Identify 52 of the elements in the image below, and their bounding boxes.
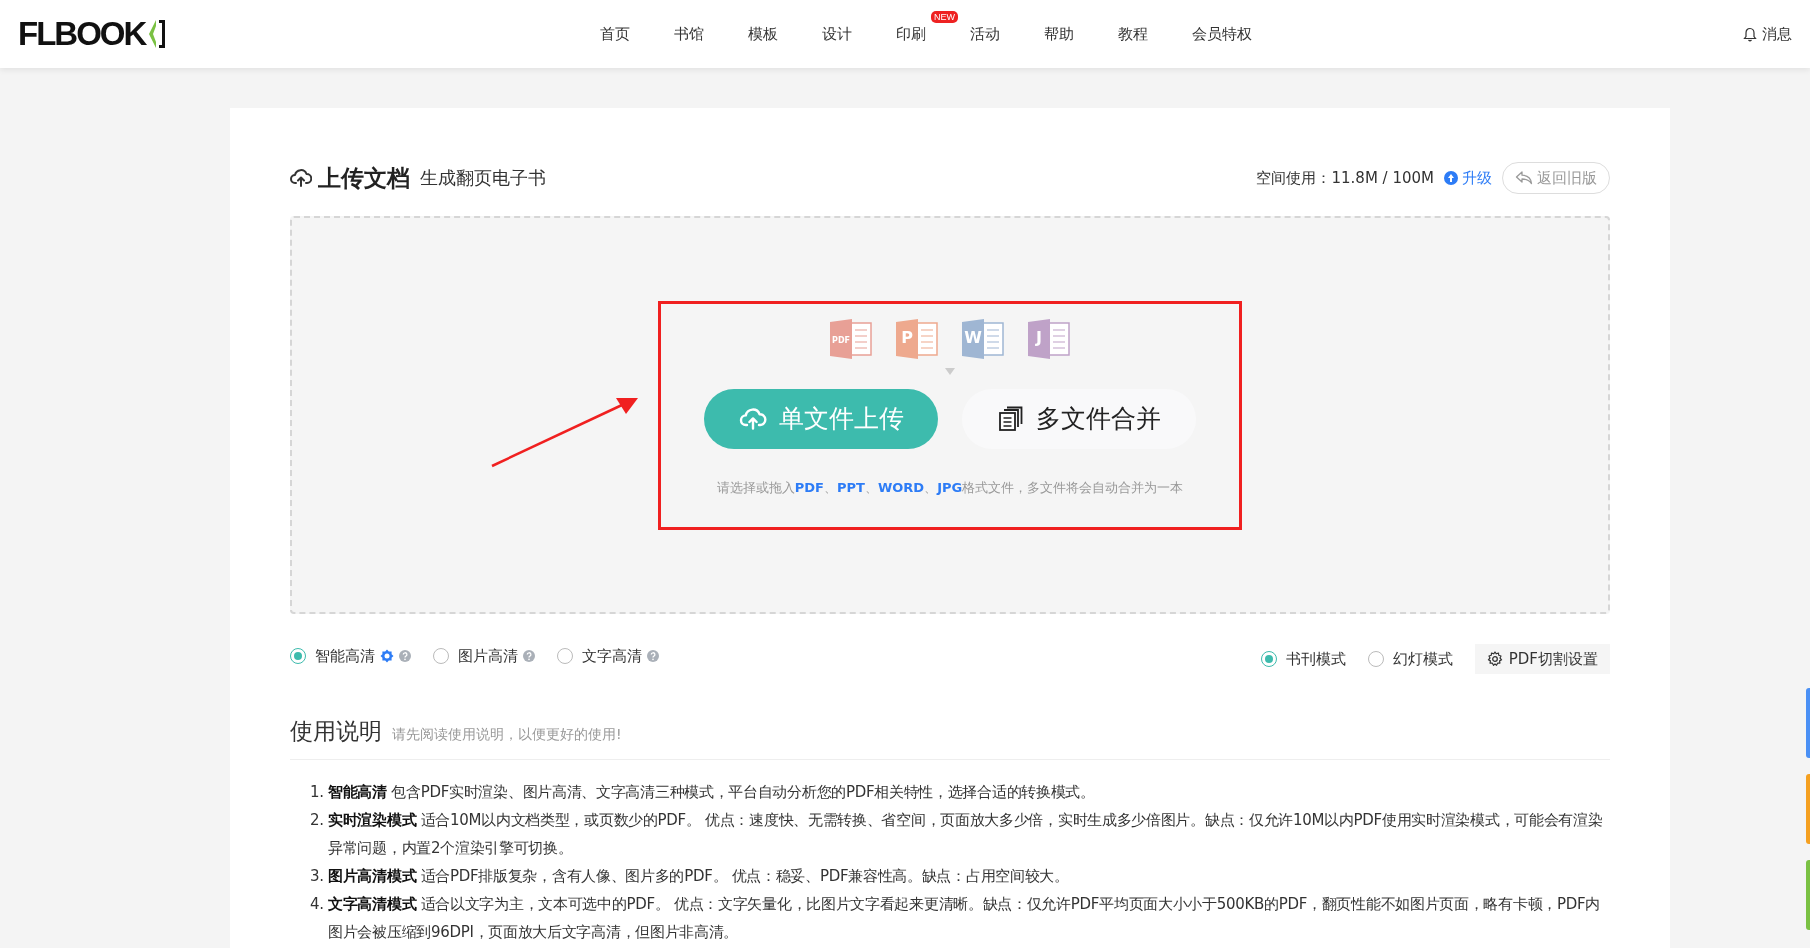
side-tab[interactable] [1806, 774, 1810, 844]
radio-button[interactable] [1260, 651, 1277, 667]
instructions-title: 使用说明 [290, 717, 382, 746]
help-icon[interactable] [523, 650, 535, 662]
help-icon[interactable] [399, 650, 411, 662]
settings-icon [1486, 651, 1503, 667]
nav-link[interactable]: 模板 [726, 24, 800, 44]
documents-icon [997, 405, 1024, 432]
cloud-upload-icon [738, 406, 767, 431]
upgrade-link[interactable]: 升级 [1444, 168, 1492, 188]
upgrade-icon [1444, 171, 1458, 185]
side-tab[interactable] [1806, 860, 1810, 930]
radio-label[interactable]: 图片高清 [458, 646, 518, 666]
instructions-subtitle: 请先阅读使用说明，以便更好的使用! [392, 726, 622, 744]
pdf-cut-settings-button[interactable]: PDF切割设置 [1474, 644, 1610, 674]
nav-link[interactable]: 书馆 [652, 24, 726, 44]
radio-button[interactable] [433, 648, 449, 664]
side-tab[interactable] [1806, 688, 1810, 758]
list-number: 1. [310, 782, 325, 803]
list-number: 4. [310, 894, 325, 915]
new-badge: NEW [931, 10, 958, 23]
list-number: 3. [310, 866, 325, 887]
radio-button[interactable] [290, 648, 306, 664]
nav-link[interactable]: 教程 [1096, 24, 1170, 44]
radio-button[interactable] [557, 648, 573, 664]
messages-link[interactable]: 消息 [1762, 24, 1792, 44]
help-icon[interactable] [647, 650, 659, 662]
instruction-item: 文字高清模式 适合以文字为主，文本可选中的PDF。 优点：文字矢量化，比图片文字看起来更清晰。缺点：仅允许PDF平均页面大小小于500KB的PDF，翻页性能不如图片页面，略有卡顿，PDF内图片会被压缩到96DPI，页面放大后文字高清，但图片非高清。 [328, 894, 1601, 943]
list-number: 2. [310, 810, 325, 831]
bell-icon[interactable] [1743, 26, 1757, 42]
radio-label[interactable]: 书刊模式 [1285, 649, 1346, 669]
instruction-item: 实时渲染模式 适合10M以内文档类型，或页数少的PDF。 优点：速度快、无需转换、省空间，页面放大多少倍，实时生成多少倍图片。缺点：仅允许10M以内PDF使用实时渲染模式，可能会有渲染异常问题，内置2个渲染引擎可切换。 [328, 810, 1604, 859]
radio-label[interactable]: 文字高清 [582, 646, 642, 666]
radio-label[interactable]: 智能高清 [315, 646, 375, 666]
instruction-item: 图片高清模式 适合PDF排版复杂，含有人像、图片多的PDF。 优点：稳妥、PDF兼容性高。缺点：占用空间较大。 [328, 866, 1070, 887]
multi-file-merge-button[interactable]: 多文件合并 [962, 388, 1196, 449]
nav-link[interactable]: 设计 [800, 24, 874, 44]
page-title: 上传文档 [318, 163, 410, 193]
nav-link[interactable]: 活动 [948, 24, 1022, 44]
nav-link[interactable]: 会员特权 [1170, 24, 1274, 44]
reply-arrow-icon [1515, 171, 1533, 185]
cloud-upload-icon [290, 168, 312, 188]
logo-bracket-icon [147, 18, 168, 50]
radio-label[interactable]: 幻灯模式 [1392, 649, 1453, 669]
instruction-item: 智能高清 包含PDF实时渲染、图片高清、文字高清三种模式，平台自动分析您的PDF相关特性，选择合适的转换模式。 [328, 782, 1096, 803]
nav-link[interactable]: 首页 [578, 24, 652, 44]
page-subtitle: 生成翻页电子书 [420, 166, 546, 190]
logo-text[interactable]: FLBOOK [18, 15, 146, 53]
radio-button[interactable] [1367, 651, 1384, 667]
nav-link[interactable]: 帮助 [1022, 24, 1096, 44]
storage-usage: 空间使用：11.8M / 100M [1256, 168, 1434, 188]
down-triangle-icon [945, 367, 955, 375]
